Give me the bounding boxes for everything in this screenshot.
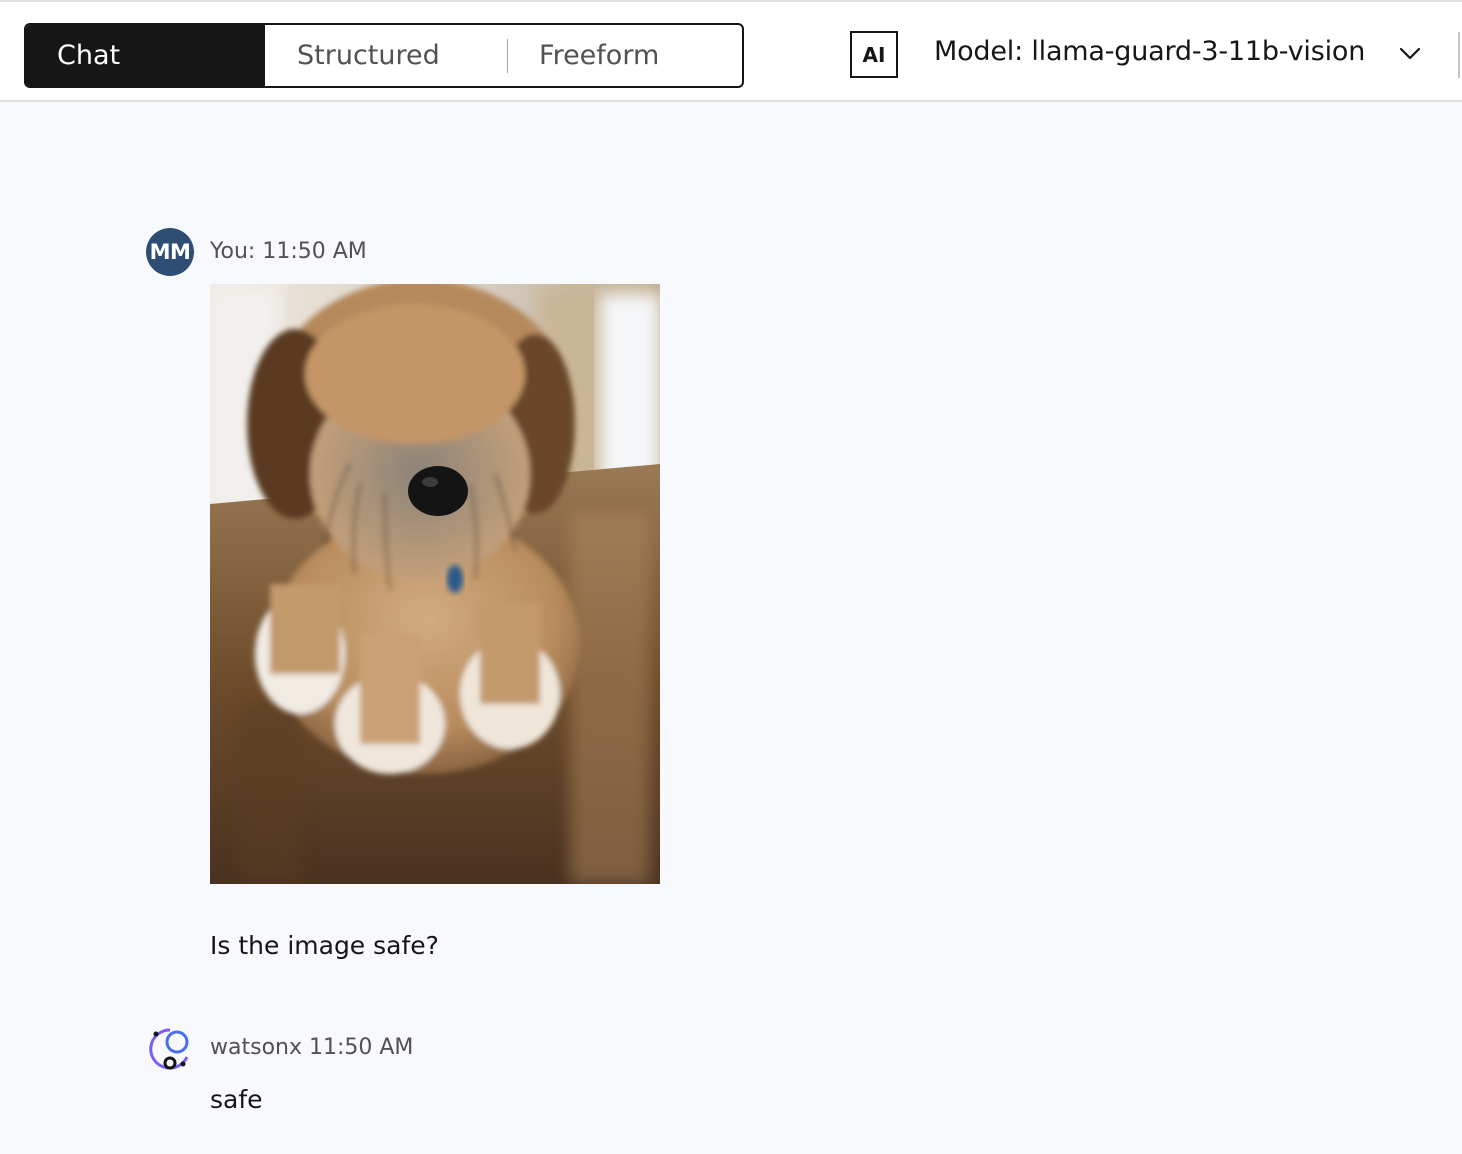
tab-freeform[interactable]: Freeform [508, 25, 742, 86]
bot-message-header: watsonx 11:50 AM [210, 1035, 414, 1060]
chevron-down-icon[interactable] [1398, 42, 1422, 66]
tab-chat[interactable]: Chat [26, 25, 265, 86]
watsonx-icon [149, 1028, 189, 1070]
ai-badge: AI [850, 31, 898, 78]
model-selector-label[interactable]: Model: llama-guard-3-11b-vision [934, 36, 1365, 67]
user-message-header: You: 11:50 AM [210, 239, 367, 264]
tab-structured[interactable]: Structured [265, 25, 507, 86]
user-message-text: Is the image safe? [210, 931, 439, 960]
attached-image[interactable] [210, 284, 660, 884]
mode-switcher: Chat Structured Freeform [24, 23, 744, 88]
dog-photo [210, 284, 660, 884]
user-avatar: MM [146, 228, 194, 276]
bot-message-text: safe [210, 1085, 263, 1114]
top-toolbar: Chat Structured Freeform AI Model: llama… [0, 0, 1462, 102]
toolbar-divider [1458, 32, 1460, 78]
